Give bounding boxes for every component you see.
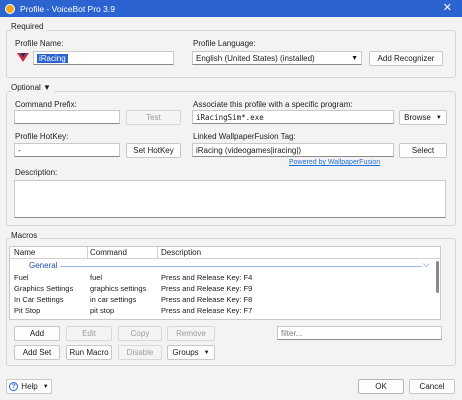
profile-language-value: English (United States) (installed) — [196, 53, 315, 63]
macro-name: Graphics Settings — [14, 284, 74, 293]
copy-macro-button[interactable]: Copy — [118, 326, 162, 341]
table-row[interactable]: In Car Settings in car settings Press an… — [10, 294, 440, 305]
profile-name-value: iRacing — [37, 54, 68, 63]
optional-section-toggle[interactable]: Optional ▼ — [11, 83, 54, 92]
description-label: Description: — [15, 168, 58, 177]
macros-section-label: Macros — [11, 231, 41, 240]
powered-by-wallpaperfusion-link[interactable]: Powered by WallpaperFusion — [289, 159, 380, 166]
command-prefix-field[interactable] — [14, 110, 120, 124]
macro-group-row[interactable]: General ⌵ — [10, 259, 440, 271]
command-prefix-label: Command Prefix: — [15, 100, 77, 109]
required-section-label: Required — [11, 22, 47, 31]
wallpaper-tag-label: Linked WallpaperFusion Tag: — [193, 132, 296, 141]
macro-name: Pit Stop — [14, 306, 41, 315]
add-macro-button[interactable]: Add — [14, 326, 60, 341]
groups-label: Groups — [172, 348, 199, 357]
set-hotkey-button[interactable]: Set HotKey — [126, 143, 181, 158]
voicebot-logo-icon — [17, 53, 29, 62]
program-field[interactable]: iRacingSim*.exe — [192, 110, 394, 124]
associate-program-label: Associate this profile with a specific p… — [193, 100, 353, 109]
column-header-name[interactable]: Name — [14, 248, 35, 257]
hotkey-field[interactable]: - — [14, 143, 120, 157]
chevron-down-icon: ▼ — [351, 54, 358, 62]
run-macro-button[interactable]: Run Macro — [66, 345, 112, 360]
macro-description: Press and Release Key: F4 — [161, 273, 253, 282]
macros-table[interactable]: Name Command Description General ⌵ Fuel … — [9, 246, 441, 320]
group-divider — [60, 266, 422, 267]
help-icon: ? — [9, 382, 19, 391]
add-recognizer-button[interactable]: Add Recognizer — [369, 51, 443, 66]
chevron-down-icon: ▼ — [203, 349, 210, 356]
table-scrollbar[interactable] — [436, 261, 439, 293]
profile-language-label: Profile Language: — [193, 39, 256, 48]
voicebot-app-icon — [5, 3, 15, 14]
chevron-down-icon: ▼ — [42, 383, 49, 390]
table-row[interactable]: Graphics Settings graphics settings Pres… — [10, 283, 440, 294]
title-bar: Profile - VoiceBot Pro 3.9 ✕ — [0, 0, 462, 17]
chevron-down-icon: ▼ — [435, 114, 442, 121]
cancel-button[interactable]: Cancel — [409, 379, 455, 394]
macro-name: In Car Settings — [14, 295, 64, 304]
macro-command: fuel — [90, 273, 103, 282]
ok-button[interactable]: OK — [358, 379, 404, 394]
table-row[interactable]: Fuel fuel Press and Release Key: F4 — [10, 272, 440, 283]
help-label: Help — [21, 382, 38, 391]
select-tag-button[interactable]: Select — [399, 143, 447, 158]
macro-command: in car settings — [90, 295, 137, 304]
profile-language-select[interactable]: English (United States) (installed) ▼ — [192, 51, 362, 65]
wallpaper-tag-field[interactable]: iRacing (videogames|iracing|) — [192, 143, 394, 157]
groups-button[interactable]: Groups ▼ — [167, 345, 215, 360]
remove-macro-button[interactable]: Remove — [167, 326, 215, 341]
test-button[interactable]: Test — [126, 110, 181, 125]
macro-description: Press and Release Key: F7 — [161, 306, 253, 315]
profile-name-label: Profile Name: — [15, 39, 64, 48]
disable-macro-button[interactable]: Disable — [118, 345, 162, 360]
macro-description: Press and Release Key: F8 — [161, 295, 253, 304]
chevron-down-icon[interactable]: ⌵ — [423, 259, 430, 270]
profile-hotkey-label: Profile HotKey: — [15, 132, 69, 141]
help-button[interactable]: ? Help ▼ — [6, 379, 52, 394]
macro-description: Press and Release Key: F9 — [161, 284, 253, 293]
browse-button[interactable]: Browse ▼ — [399, 110, 447, 125]
table-row[interactable]: Pit Stop pit stop Press and Release Key:… — [10, 305, 440, 316]
edit-macro-button[interactable]: Edit — [66, 326, 112, 341]
profile-name-field[interactable]: iRacing — [33, 51, 174, 65]
column-divider — [87, 247, 88, 259]
browse-label: Browse — [404, 113, 431, 122]
macro-group-name: General — [29, 261, 58, 270]
macro-command: pit stop — [90, 306, 115, 315]
table-header: Name Command Description — [10, 247, 440, 259]
filter-placeholder: filter... — [281, 329, 303, 338]
window-title: Profile - VoiceBot Pro 3.9 — [20, 3, 115, 14]
macro-name: Fuel — [14, 273, 29, 282]
column-header-command[interactable]: Command — [90, 248, 127, 257]
column-divider — [157, 247, 158, 259]
description-field[interactable] — [14, 180, 446, 218]
column-header-description[interactable]: Description — [161, 248, 201, 257]
macro-command: graphics settings — [90, 284, 147, 293]
close-icon[interactable]: ✕ — [443, 2, 452, 14]
add-set-button[interactable]: Add Set — [14, 345, 60, 360]
filter-input[interactable]: filter... — [277, 326, 442, 340]
